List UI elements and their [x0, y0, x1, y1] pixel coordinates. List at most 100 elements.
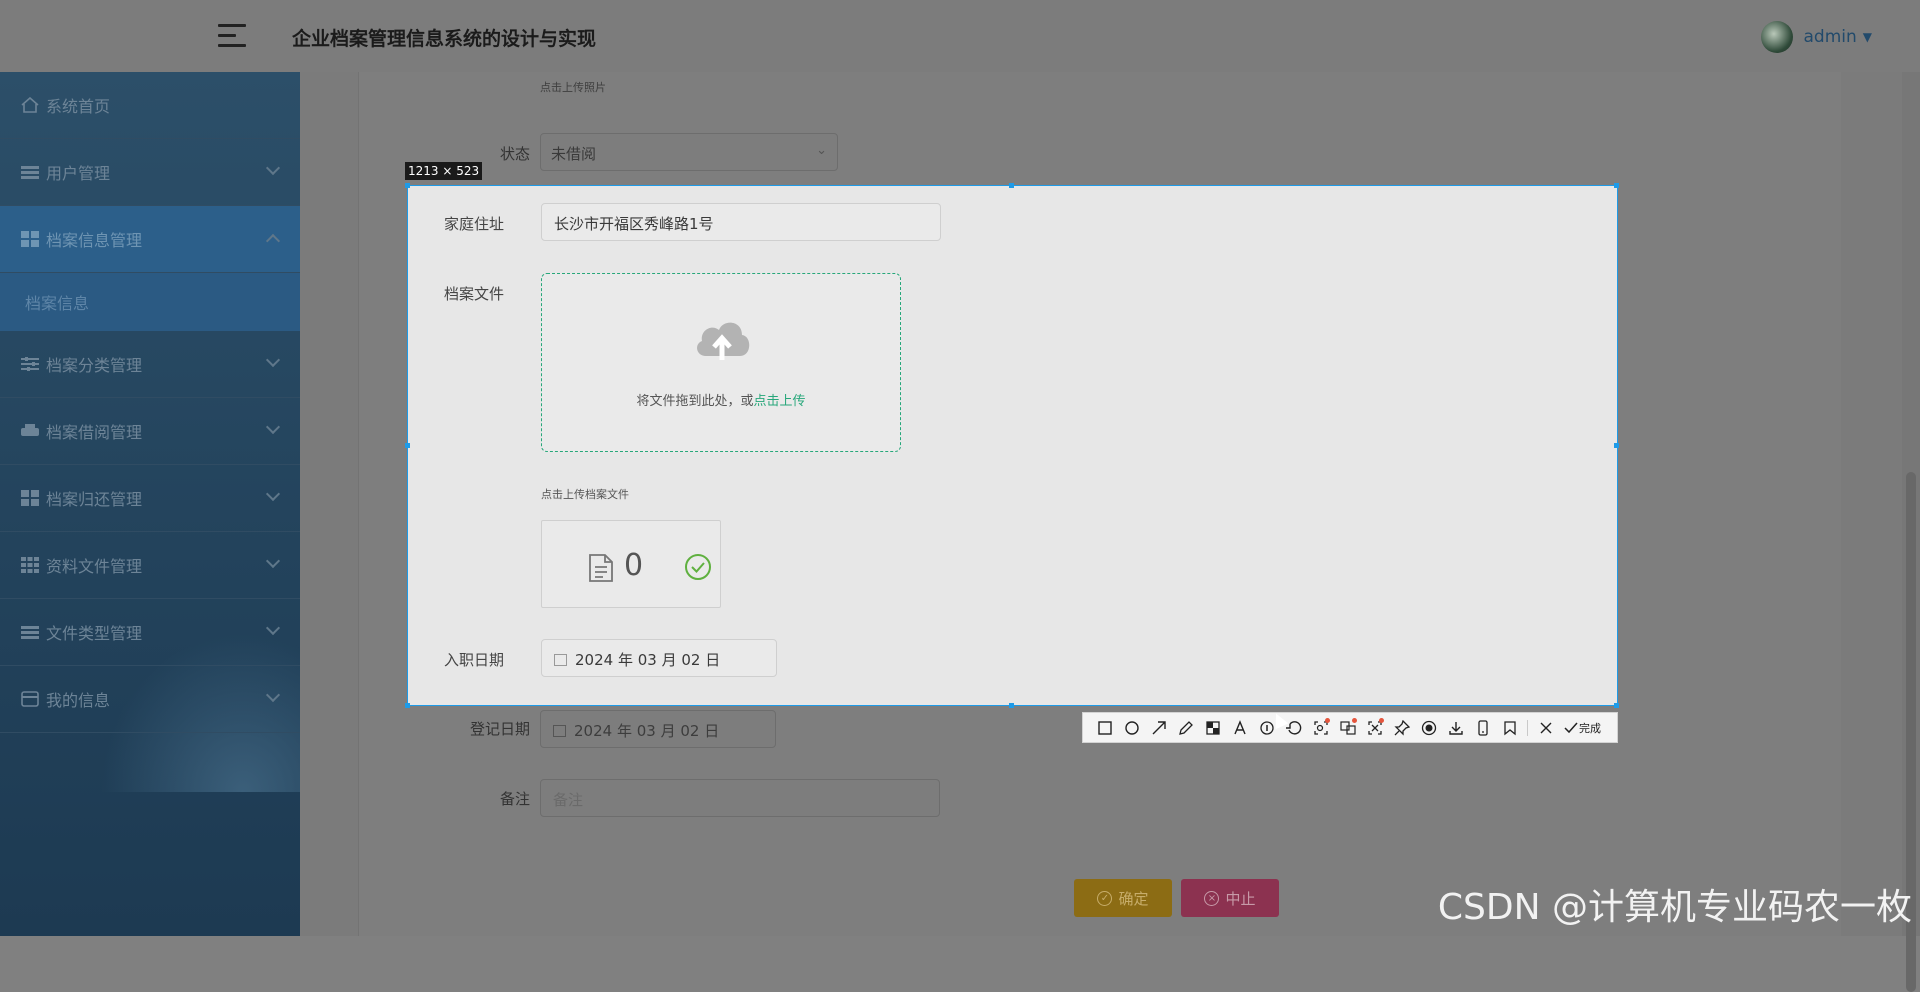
user-menu[interactable]: admin ▼	[1761, 21, 1872, 53]
mosaic-tool-icon[interactable]	[1199, 714, 1226, 741]
download-icon[interactable]	[1442, 714, 1469, 741]
arrow-tool-icon[interactable]	[1145, 714, 1172, 741]
watermark: CSDN @计算机专业码农一枚	[1437, 887, 1912, 928]
card-icon	[20, 690, 40, 708]
grid-icon	[20, 556, 40, 574]
rectangle-tool-icon[interactable]	[1091, 714, 1118, 741]
file-dropzone[interactable]: 将文件拖到此处，或点击上传	[541, 273, 901, 452]
capture-region[interactable]: 家庭住址 长沙市开福区秀峰路1号 档案文件 将文件拖到此处，或点击上传 点击上传…	[407, 185, 1618, 706]
long-screenshot-icon[interactable]	[1361, 714, 1388, 741]
sidebar-item-label: 系统首页	[46, 97, 111, 116]
sidebar-item-file-types[interactable]: 文件类型管理	[0, 599, 300, 666]
resize-handle[interactable]	[1614, 183, 1619, 188]
resize-handle[interactable]	[1009, 183, 1014, 188]
confirm-label: 确定	[1118, 889, 1149, 908]
chevron-down-icon	[265, 160, 281, 176]
avatar[interactable]	[1761, 21, 1794, 53]
sidebar-item-files[interactable]: 资料文件管理	[0, 532, 300, 599]
bookmark-icon[interactable]	[1496, 714, 1523, 741]
done-button[interactable]: 完成	[1563, 720, 1601, 736]
file-count: 0	[624, 548, 644, 583]
capture-dimensions: 1213 × 523	[405, 162, 483, 180]
register-date-label: 登记日期	[469, 720, 530, 738]
text-tool-icon[interactable]	[1226, 714, 1253, 741]
capture-toolbar: 完成	[1082, 712, 1618, 743]
grid-icon	[20, 230, 40, 248]
upload-file-hint[interactable]: 点击上传档案文件	[541, 486, 629, 502]
pin-icon[interactable]	[1388, 714, 1415, 741]
status-select[interactable]: 未借阅 ⌄	[540, 133, 838, 171]
grid-icon	[20, 489, 40, 507]
toolbar-divider	[1527, 719, 1528, 736]
dropzone-instruction: 将文件拖到此处，或	[636, 394, 754, 409]
sidebar-item-label: 档案分类管理	[46, 356, 143, 375]
hire-date-label: 入职日期	[443, 651, 504, 669]
resize-handle[interactable]	[1009, 703, 1014, 708]
close-icon[interactable]	[1532, 714, 1559, 741]
check-circle-icon: ✓	[1097, 890, 1113, 906]
sidebar-subitem-archive-info[interactable]: 档案信息	[0, 273, 300, 331]
document-icon	[589, 554, 613, 582]
translate-tool-icon[interactable]	[1334, 714, 1361, 741]
caret-down-icon[interactable]: ▼	[1863, 30, 1872, 44]
ocr-tool-icon[interactable]	[1307, 714, 1334, 741]
archive-file-label: 档案文件	[443, 285, 504, 303]
upload-photo-hint[interactable]: 点击上传照片	[540, 79, 606, 95]
sidebar-item-home[interactable]: 系统首页	[0, 72, 300, 139]
abort-label: 中止	[1225, 889, 1256, 908]
chevron-down-icon	[265, 620, 281, 636]
hire-date-picker[interactable]: 2024 年 03 月 02 日	[541, 639, 777, 677]
user-name[interactable]: admin	[1803, 27, 1856, 47]
resize-handle[interactable]	[405, 443, 410, 448]
sidebar-item-label: 档案借阅管理	[46, 423, 143, 442]
sidebar-item-label: 档案信息管理	[46, 231, 143, 250]
done-label: 完成	[1579, 721, 1601, 735]
chevron-down-icon	[265, 687, 281, 703]
uploaded-file-card[interactable]: 0	[541, 520, 721, 608]
click-upload-link[interactable]: 点击上传	[754, 394, 806, 409]
home-icon	[20, 96, 40, 114]
sidebar-item-my-info[interactable]: 我的信息	[0, 666, 300, 733]
address-input[interactable]: 长沙市开福区秀峰路1号	[541, 203, 941, 241]
chevron-down-icon	[265, 419, 281, 435]
record-icon[interactable]	[1415, 714, 1442, 741]
pen-tool-icon[interactable]	[1172, 714, 1199, 741]
resize-handle[interactable]	[405, 703, 410, 708]
remark-label: 备注	[499, 790, 530, 808]
sidebar-item-label: 文件类型管理	[46, 624, 143, 643]
remark-input[interactable]: 备注	[540, 779, 940, 817]
sidebar-item-label: 用户管理	[46, 164, 111, 183]
abort-button[interactable]: × 中止	[1181, 879, 1279, 917]
sidebar-item-archive-return[interactable]: 档案归还管理	[0, 465, 300, 532]
sidebar-item-archive-category[interactable]: 档案分类管理	[0, 331, 300, 398]
ellipse-tool-icon[interactable]	[1118, 714, 1145, 741]
dropzone-text: 将文件拖到此处，或点击上传	[542, 390, 900, 409]
cloud-upload-icon	[697, 322, 750, 360]
register-date-value: 2024 年 03 月 02 日	[574, 722, 720, 740]
resize-handle[interactable]	[1614, 703, 1619, 708]
hire-date-value: 2024 年 03 月 02 日	[575, 651, 721, 669]
menu-toggle-icon[interactable]	[218, 24, 246, 48]
checkmark-icon	[1564, 722, 1578, 733]
chevron-up-icon	[265, 233, 281, 249]
sidebar-item-users[interactable]: 用户管理	[0, 139, 300, 206]
chevron-down-icon	[265, 352, 281, 368]
list-icon	[20, 163, 40, 181]
resize-handle[interactable]	[1614, 443, 1619, 448]
calendar-icon	[554, 654, 567, 666]
sidebar-item-archive-info[interactable]: 档案信息管理	[0, 206, 300, 273]
calendar-icon	[553, 725, 566, 737]
phone-icon[interactable]	[1469, 714, 1496, 741]
sidebar-item-archive-borrow[interactable]: 档案借阅管理	[0, 398, 300, 465]
confirm-button[interactable]: ✓ 确定	[1074, 879, 1172, 917]
register-date-picker[interactable]: 2024 年 03 月 02 日	[540, 710, 776, 748]
sidebar-item-label: 我的信息	[46, 691, 111, 710]
chevron-down-icon	[265, 553, 281, 569]
close-circle-icon: ×	[1204, 890, 1220, 906]
resize-handle[interactable]	[405, 183, 410, 188]
address-label: 家庭住址	[443, 215, 504, 233]
scrollbar[interactable]	[1902, 72, 1920, 992]
sliders-icon	[20, 355, 40, 373]
list-icon	[20, 623, 40, 641]
chevron-down-icon	[265, 486, 281, 502]
